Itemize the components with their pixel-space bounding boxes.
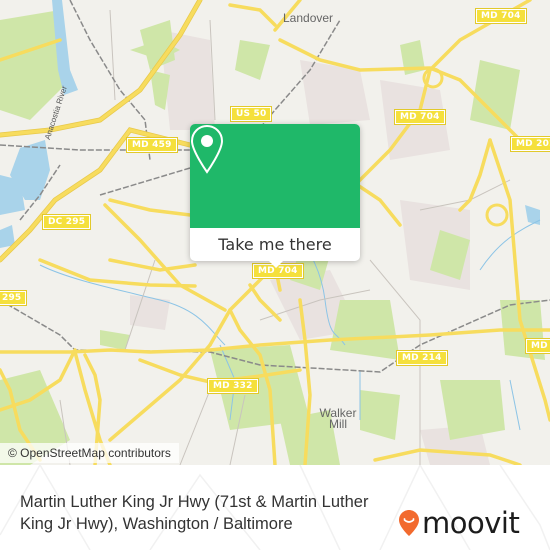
road-shield-md214: MD 214 <box>525 338 550 354</box>
road-shield-md332: MD 332 <box>207 378 259 394</box>
location-title: Martin Luther King Jr Hwy (71st & Martin… <box>20 493 369 533</box>
moovit-logo[interactable]: moovit <box>398 506 520 540</box>
footer: Martin Luther King Jr Hwy (71st & Martin… <box>0 465 550 550</box>
take-me-there-button[interactable]: Take me there <box>190 228 360 261</box>
place-label-landover: Landover <box>283 11 334 25</box>
map-canvas[interactable]: Landover Walker Mill Anacostia River MD … <box>0 0 550 465</box>
road-shield-md202: MD 202 <box>510 136 550 152</box>
popup-pointer <box>268 260 284 268</box>
map-pin-icon <box>190 124 224 174</box>
road-shield-md459: MD 459 <box>126 137 178 153</box>
roundabout <box>485 203 509 227</box>
place-label-walker-mill: Walker Mill <box>319 406 357 431</box>
moovit-logo-text: moovit <box>422 506 520 540</box>
road-shield-md704: MD 704 <box>394 109 446 125</box>
road-shield-us50: US 50 <box>229 106 273 122</box>
road-shield-md704: MD 704 <box>475 8 527 24</box>
location-popup: Take me there <box>190 124 360 268</box>
road-shield-dc295: DC 295 <box>41 214 92 230</box>
map-attribution[interactable]: © OpenStreetMap contributors <box>0 443 179 463</box>
popup-header <box>190 124 360 228</box>
road-shield-md214: MD 214 <box>396 350 448 366</box>
road-shield-i295: 295 <box>0 290 28 306</box>
moovit-smiley-pin-icon <box>399 510 419 536</box>
